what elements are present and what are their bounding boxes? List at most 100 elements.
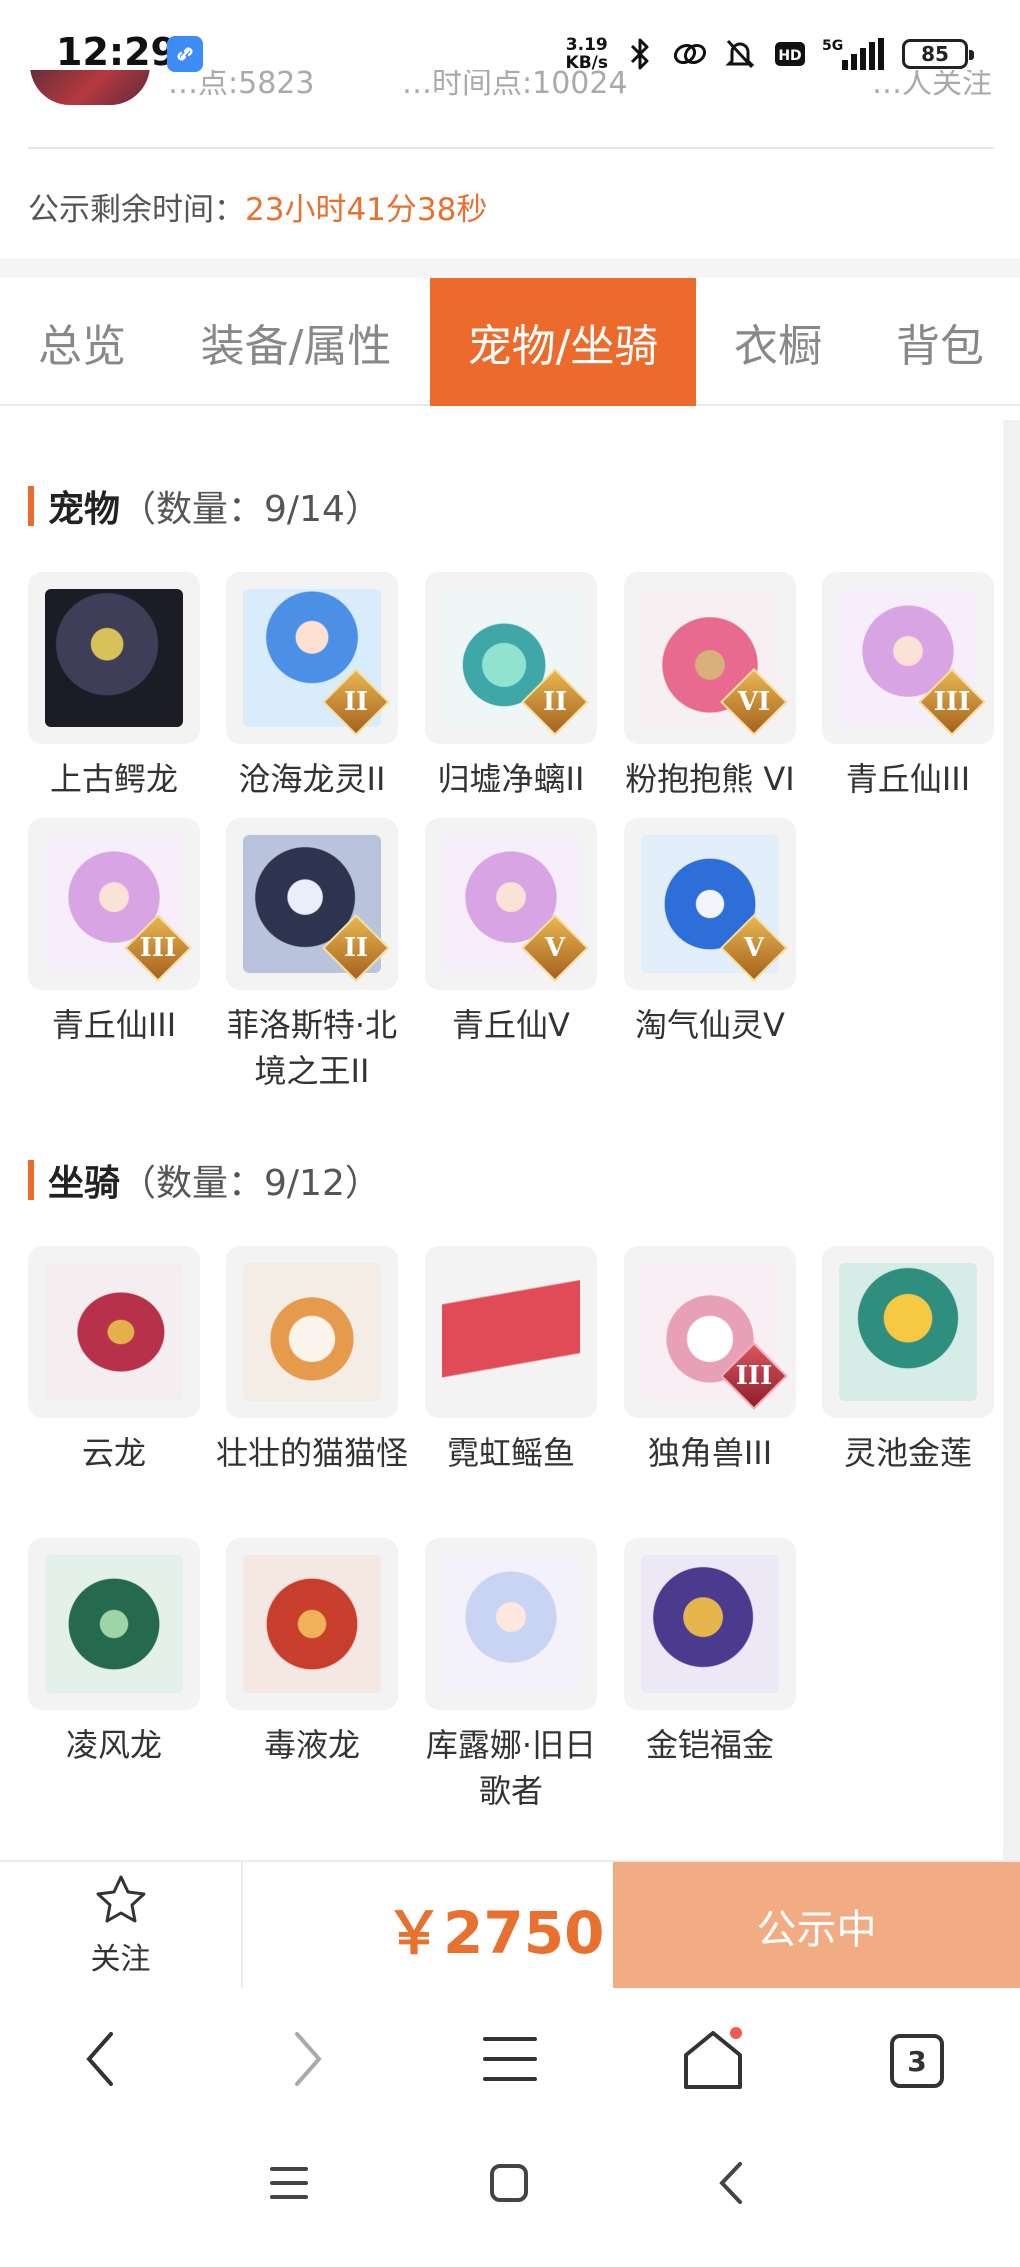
pet-name: 归墟净螭II: [437, 760, 585, 798]
status-icons: 3.19 KB/s HD 5G 85: [565, 34, 974, 74]
mount-item[interactable]: 金铠福金: [624, 1538, 796, 1768]
stat-mid: …时间点:10024: [402, 70, 628, 101]
pet-thumbnail: II: [425, 572, 597, 744]
mount-name: 壮壮的猫猫怪: [215, 1434, 408, 1472]
pet-item[interactable]: V 青丘仙V: [425, 818, 597, 1048]
mount-name: 霓虹鳐鱼: [446, 1434, 575, 1472]
tab-pets-mounts[interactable]: 宠物/坐骑: [430, 278, 696, 406]
system-home-button[interactable]: [464, 2140, 554, 2230]
neon-ray-mount-image: [442, 1263, 580, 1401]
pet-item[interactable]: III 青丘仙III: [28, 818, 200, 1048]
mount-name: 毒液龙: [263, 1726, 360, 1764]
mounts-count: （数量：9/12）: [120, 1163, 381, 1204]
pet-name: 青丘仙III: [845, 760, 971, 798]
mount-thumbnail: [28, 1246, 200, 1418]
pet-thumbnail: II: [226, 572, 398, 744]
mount-item[interactable]: 云龙: [28, 1246, 200, 1476]
pet-name: 菲洛斯特·北境之王II: [226, 1006, 398, 1090]
menu-icon: [482, 2034, 538, 2088]
square-icon: [488, 2162, 530, 2208]
venom-dragon-mount-image: [243, 1555, 381, 1693]
pet-name: 青丘仙V: [452, 1006, 570, 1044]
pets-title: 宠物: [48, 489, 121, 530]
mute-bell-icon: [722, 36, 758, 72]
pet-item[interactable]: III 青丘仙III: [822, 572, 994, 802]
pet-name: 粉抱抱熊 VI: [625, 760, 795, 798]
menu-icon: [269, 2163, 309, 2207]
dragon-pet-image: [45, 589, 183, 727]
pet-name: 淘气仙灵V: [635, 1006, 785, 1044]
pet-item[interactable]: VI 粉抱抱熊 VI: [624, 572, 796, 802]
publicity-status-button[interactable]: 公示中: [613, 1862, 1020, 1990]
mount-item[interactable]: 毒液龙: [226, 1538, 398, 1768]
5g-signal-icon: 5G: [822, 36, 888, 72]
mount-item[interactable]: 壮壮的猫猫怪: [216, 1246, 408, 1476]
follow-button[interactable]: 关注: [0, 1862, 243, 1990]
scrollbar[interactable]: [1003, 420, 1020, 1860]
pet-thumbnail: V: [425, 818, 597, 990]
pet-thumbnail: III: [28, 818, 200, 990]
back-button[interactable]: [56, 2016, 146, 2106]
forward-button[interactable]: [262, 2016, 352, 2106]
mount-item[interactable]: III 独角兽III: [624, 1246, 796, 1476]
publicity-time: 公示剩余时间：23小时41分38秒: [28, 184, 487, 229]
tab-backpack[interactable]: 背包: [860, 278, 1020, 406]
mount-thumbnail: [425, 1538, 597, 1710]
seller-info-partial: …点:5823 …时间点:10024 …人关注: [0, 70, 1020, 120]
grade-badge: V: [544, 933, 566, 963]
net-speed-value: 3.19: [565, 35, 608, 55]
mount-item[interactable]: 凌风龙: [28, 1538, 200, 1768]
mount-thumbnail: [226, 1246, 398, 1418]
mount-item[interactable]: 霓虹鳐鱼: [425, 1246, 597, 1476]
tab-equipment[interactable]: 装备/属性: [164, 278, 428, 406]
mount-name: 独角兽III: [647, 1434, 773, 1472]
system-nav-bar: [0, 2140, 1020, 2267]
mount-thumbnail: [425, 1246, 597, 1418]
grade-badge: II: [343, 933, 369, 963]
mount-item[interactable]: 灵池金莲: [822, 1246, 994, 1476]
system-back-button[interactable]: [686, 2140, 776, 2230]
divider: [28, 147, 994, 149]
golden-lotus-mount-image: [839, 1263, 977, 1401]
grade-badge: II: [343, 687, 369, 717]
pet-item[interactable]: II 归墟净螭II: [425, 572, 597, 802]
pet-item[interactable]: II 菲洛斯特·北境之王II: [226, 818, 398, 1094]
pet-item[interactable]: V 淘气仙灵V: [624, 818, 796, 1048]
pet-thumbnail: II: [226, 818, 398, 990]
mount-item[interactable]: 库露娜·旧日歌者: [425, 1538, 597, 1814]
tabs-button[interactable]: 3: [872, 2016, 962, 2106]
hd-icon: HD: [772, 36, 808, 72]
system-menu-button[interactable]: [244, 2140, 334, 2230]
pet-thumbnail: [28, 572, 200, 744]
status-time: 12:29: [56, 30, 177, 74]
grade-badge: III: [735, 1361, 773, 1391]
mount-thumbnail: [28, 1538, 200, 1710]
pet-name: 上古鳄龙: [49, 760, 178, 798]
svg-text:HD: HD: [778, 48, 801, 64]
grade-badge: II: [542, 687, 568, 717]
battery-icon: 85: [902, 39, 974, 69]
app-link-icon: [167, 36, 203, 72]
menu-button[interactable]: [465, 2016, 555, 2106]
tab-overview[interactable]: 总览: [0, 278, 164, 406]
tab-wardrobe[interactable]: 衣橱: [696, 278, 860, 406]
cloud-dragon-mount-image: [45, 1263, 183, 1401]
mounts-title: 坐骑: [48, 1163, 121, 1204]
home-button[interactable]: [668, 2016, 758, 2106]
avatar: [30, 70, 150, 105]
pets-count: （数量：9/14）: [120, 489, 381, 530]
stat-right: …人关注: [872, 70, 992, 101]
mounts-section-title: 坐骑 （数量：9/12）: [28, 1154, 381, 1206]
pet-item[interactable]: II 沧海龙灵II: [226, 572, 398, 802]
svg-text:5G: 5G: [822, 38, 843, 54]
follow-label: 关注: [90, 1942, 151, 1977]
price: ￥2750: [385, 1899, 605, 1967]
mount-name: 云龙: [81, 1434, 146, 1472]
pet-thumbnail: V: [624, 818, 796, 990]
wind-dragon-mount-image: [45, 1555, 183, 1693]
pet-item[interactable]: 上古鳄龙: [28, 572, 200, 802]
back-arrow-icon: [716, 2160, 746, 2210]
mount-name: 库露娜·旧日歌者: [425, 1726, 597, 1810]
grade-badge: V: [743, 933, 765, 963]
browser-nav-bar: 3: [0, 1988, 1020, 2138]
